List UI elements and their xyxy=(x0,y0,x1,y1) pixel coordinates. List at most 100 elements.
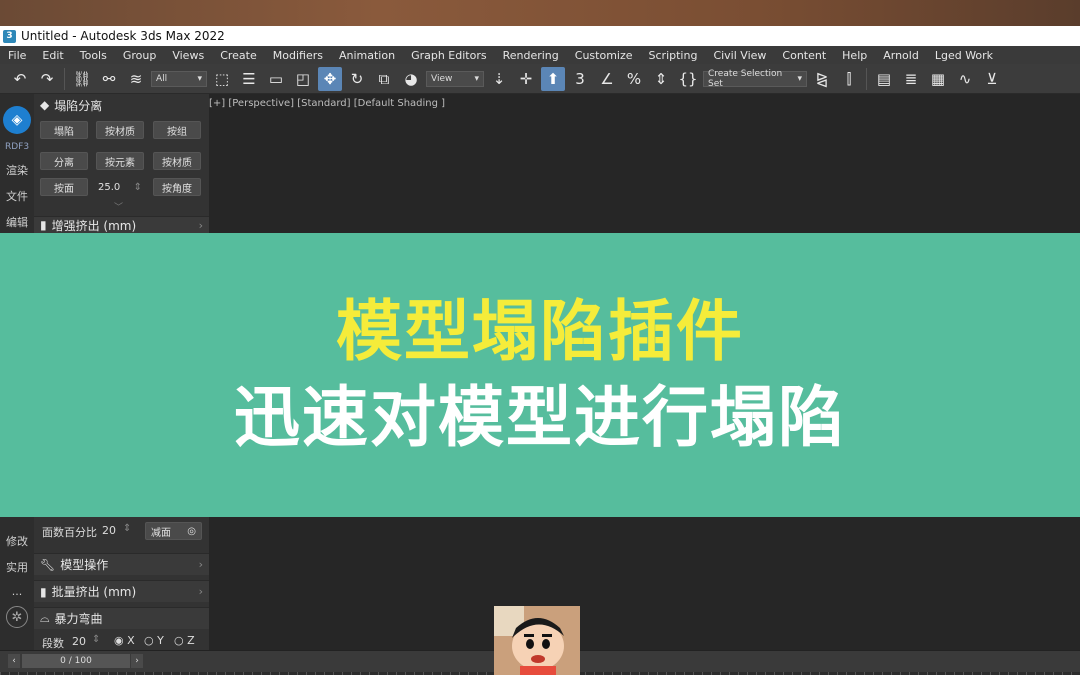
detach-by-face-button[interactable]: 按面 xyxy=(40,178,88,196)
banner-subheadline: 迅速对模型进行塌陷 xyxy=(234,379,846,456)
select-by-name-icon[interactable]: ☰ xyxy=(237,67,261,91)
axis-x-radio[interactable]: ◉ X xyxy=(114,634,135,647)
face-percent-value[interactable]: 20 xyxy=(102,524,116,537)
redo-icon[interactable]: ↷ xyxy=(35,67,59,91)
sidebar-item-edit[interactable]: 编辑 xyxy=(6,214,28,230)
spinner-arrows-icon[interactable]: ⇕ xyxy=(123,523,131,534)
rollout-model-ops[interactable]: 🔧︎ 模型操作 › xyxy=(34,553,209,575)
detach-by-element-button[interactable]: 按元素 xyxy=(96,152,144,170)
reduce-faces-button[interactable]: 减面 ◎ xyxy=(145,522,202,540)
menu-item-tools[interactable]: Tools xyxy=(72,49,115,62)
menu-item-rendering[interactable]: Rendering xyxy=(495,49,567,62)
rollout-enhanced-extrude[interactable]: ▮ 增强挤出 (mm) › xyxy=(34,216,209,233)
spinner-snap-icon[interactable]: ⇕ xyxy=(649,67,673,91)
angle-snap-icon[interactable]: ∠ xyxy=(595,67,619,91)
selection-set-dropdown[interactable]: Create Selection Set ▾ xyxy=(703,69,807,89)
detach-by-angle-button[interactable]: 按角度 xyxy=(153,178,201,196)
plugin-logo-icon[interactable]: ◈ xyxy=(3,106,31,134)
promo-banner: 模型塌陷插件 迅速对模型进行塌陷 xyxy=(0,233,1080,517)
mirror-icon[interactable]: ⧎ xyxy=(810,67,834,91)
settings-icon[interactable]: ✲ xyxy=(6,606,28,628)
spinner-arrows-icon: ⇕ xyxy=(133,181,142,193)
scale-icon[interactable]: ⧉ xyxy=(372,67,396,91)
sidebar-item-file[interactable]: 文件 xyxy=(6,188,28,204)
timeline-prev-icon[interactable]: ‹ xyxy=(8,654,20,668)
keyboard-shortcut-override-icon[interactable]: ⬆ xyxy=(541,66,565,91)
tools-panel-lower: 面数百分比 20 ⇕ 减面 ◎ 🔧︎ 模型操作 › ▮ 批量挤出 (mm) › … xyxy=(34,517,209,650)
menu-item-civil-view[interactable]: Civil View xyxy=(705,49,774,62)
sidebar-item-more[interactable]: ... xyxy=(12,585,23,598)
axis-z-radio[interactable]: ○ Z xyxy=(174,634,195,647)
menu-item-views[interactable]: Views xyxy=(164,49,212,62)
menu-item-edit[interactable]: Edit xyxy=(34,49,71,62)
ribbon-toggle-icon[interactable]: ▦ xyxy=(926,67,950,91)
axis-x-label: X xyxy=(127,634,135,647)
timeline-next-icon[interactable]: › xyxy=(131,654,143,668)
percent-snap-icon[interactable]: % xyxy=(622,67,646,91)
align-icon[interactable]: ⫿ xyxy=(837,67,861,91)
selection-filter-value: All xyxy=(156,73,168,84)
menu-item-content[interactable]: Content xyxy=(774,49,834,62)
chart-icon: ▮ xyxy=(40,218,47,232)
layer-explorer-icon[interactable]: ≣ xyxy=(899,67,923,91)
undo-icon[interactable]: ↶ xyxy=(8,67,32,91)
detach-button[interactable]: 分离 xyxy=(40,152,88,170)
select-object-icon[interactable]: ⬚ xyxy=(210,67,234,91)
menu-item-file[interactable]: File xyxy=(0,49,34,62)
chevron-right-icon: › xyxy=(198,558,203,571)
select-manipulate-icon[interactable]: ✛ xyxy=(514,67,538,91)
collapse-by-group-button[interactable]: 按组 xyxy=(153,121,201,139)
segments-value[interactable]: 20 xyxy=(72,635,86,648)
menu-item-graph-editors[interactable]: Graph Editors xyxy=(403,49,495,62)
rollout-force-bend[interactable]: ⌓ 暴力弯曲 xyxy=(34,607,209,629)
menu-item-customize[interactable]: Customize xyxy=(567,49,641,62)
unlink-icon[interactable]: ⚯ xyxy=(97,67,121,91)
schematic-view-icon[interactable]: ⊻ xyxy=(980,67,1004,91)
axis-y-label: Y xyxy=(157,634,164,647)
plugin-version-label: RDF3 xyxy=(4,142,30,152)
reduce-faces-label: 减面 xyxy=(151,527,171,539)
segments-label: 段数 xyxy=(42,637,64,650)
viewport-label[interactable]: [+] [Perspective] [Standard] [Default Sh… xyxy=(209,98,445,109)
menu-item-lged-work[interactable]: Lged Work xyxy=(927,49,1001,62)
bind-space-warp-icon[interactable]: ≋ xyxy=(124,67,148,91)
menu-item-animation[interactable]: Animation xyxy=(331,49,403,62)
app-icon: 3 xyxy=(3,29,16,43)
axis-y-radio[interactable]: ○ Y xyxy=(144,634,164,647)
rotate-icon[interactable]: ↻ xyxy=(345,67,369,91)
selection-filter-dropdown[interactable]: All ▾ xyxy=(151,70,207,87)
angle-spinner[interactable]: 25.0 ⇕ xyxy=(96,178,144,196)
snaps-toggle-icon[interactable]: 3 xyxy=(568,67,592,91)
menu-item-scripting[interactable]: Scripting xyxy=(641,49,706,62)
named-selection-icon[interactable]: {} xyxy=(676,67,700,91)
menu-item-group[interactable]: Group xyxy=(115,49,165,62)
menu-item-create[interactable]: Create xyxy=(212,49,265,62)
collapse-by-material-button[interactable]: 按材质 xyxy=(96,121,144,139)
placement-icon[interactable]: ◕ xyxy=(399,67,423,91)
reference-coord-dropdown[interactable]: View ▾ xyxy=(426,70,484,87)
link-icon[interactable]: ⛓ xyxy=(70,67,94,91)
time-slider[interactable]: 0 / 100 xyxy=(22,654,130,668)
move-icon[interactable]: ✥ xyxy=(318,66,342,91)
menu-item-help[interactable]: Help xyxy=(834,49,875,62)
panel-header[interactable]: ◆ 塌陷分离 xyxy=(34,94,209,116)
toolbar-divider xyxy=(866,67,867,90)
window-crossing-icon[interactable]: ◰ xyxy=(291,67,315,91)
spinner-arrows-icon[interactable]: ⇕ xyxy=(92,634,100,645)
rollout-batch-extrude[interactable]: ▮ 批量挤出 (mm) › xyxy=(34,580,209,602)
chevron-down-icon[interactable]: ﹀ xyxy=(114,200,123,213)
sidebar-item-modify[interactable]: 修改 xyxy=(6,533,28,549)
detach-by-material-button[interactable]: 按材质 xyxy=(153,152,201,170)
menu-item-arnold[interactable]: Arnold xyxy=(875,49,927,62)
curve-editor-icon[interactable]: ∿ xyxy=(953,67,977,91)
collapse-button[interactable]: 塌陷 xyxy=(40,121,88,139)
pivot-center-icon[interactable]: ⇣ xyxy=(487,67,511,91)
rectangular-selection-icon[interactable]: ▭ xyxy=(264,67,288,91)
sidebar-item-utility[interactable]: 实用 xyxy=(6,559,28,575)
scene-explorer-icon[interactable]: ▤ xyxy=(872,67,896,91)
face-percent-label: 面数百分比 xyxy=(42,526,97,539)
cartoon-avatar xyxy=(494,606,580,675)
rollout-label: 增强挤出 (mm) xyxy=(51,218,137,233)
sidebar-item-render[interactable]: 渲染 xyxy=(6,162,28,178)
menu-item-modifiers[interactable]: Modifiers xyxy=(265,49,331,62)
